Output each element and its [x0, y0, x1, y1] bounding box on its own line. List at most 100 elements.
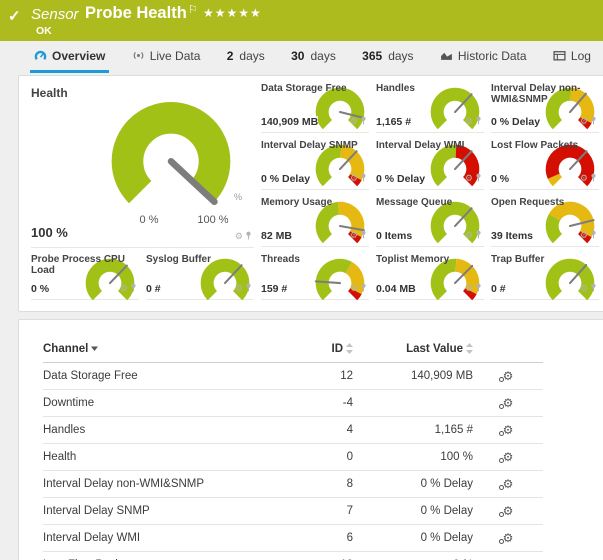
gauge-cell-icons: ⚙: [580, 169, 597, 187]
gauge-value: 0 % Delay: [491, 116, 540, 128]
gauge-interval-delay-non-wmi-snmp[interactable]: Interval Delay non-WMI&SNMP 0 % Delay ⚙: [491, 83, 599, 133]
pin-icon[interactable]: [475, 279, 482, 297]
channel-settings-icon[interactable]: ⚙: [503, 423, 514, 437]
gear-icon[interactable]: ⚙: [235, 232, 243, 241]
gauge-open-requests[interactable]: Open Requests39 Items⚙: [491, 197, 599, 247]
tab-historic-data[interactable]: Historic Data: [436, 41, 531, 73]
tab-30-days[interactable]: 30days: [287, 41, 340, 73]
gauge-label: Memory Usage: [261, 197, 369, 208]
gauge-cell-icons: ⚙: [350, 169, 367, 187]
tab-label: Historic Data: [458, 49, 527, 63]
channel-row-downtime[interactable]: Downtime-4 ⚙: [43, 390, 543, 417]
gauge-toplist-memory[interactable]: Toplist Memory0.04 MB⚙: [376, 254, 484, 300]
channel-name[interactable]: Interval Delay WMI: [43, 525, 283, 552]
tab-overview[interactable]: Overview: [30, 41, 109, 73]
channel-name[interactable]: Lost Flow Packets: [43, 552, 283, 560]
pin-icon[interactable]: [475, 226, 482, 244]
gear-icon[interactable]: ⚙: [235, 284, 243, 293]
gauge-label: Trap Buffer: [491, 254, 599, 265]
priority-stars[interactable]: ★★★★★: [203, 6, 262, 20]
channel-row-interval-delay-non-wmi-snmp[interactable]: Interval Delay non-WMI&SNMP80 % Delay⚙: [43, 471, 543, 498]
gauge-cell-icons: ⚙: [580, 279, 597, 297]
pin-icon[interactable]: [360, 279, 367, 297]
gauge-label: Data Storage Free: [261, 83, 369, 94]
gear-icon[interactable]: ⚙: [350, 284, 358, 293]
tab-label: days: [388, 49, 413, 63]
channel-settings-icon[interactable]: ⚙: [503, 369, 514, 383]
gear-icon[interactable]: ⚙: [350, 117, 358, 126]
gauge-scale-max: 100 %: [189, 214, 237, 226]
channel-settings-icon[interactable]: ⚙: [503, 396, 514, 410]
channel-name[interactable]: Health: [43, 444, 283, 471]
tab-live-data[interactable]: Live Data: [128, 41, 205, 73]
gauge-label: Interval Delay non-WMI&SNMP: [491, 83, 599, 105]
channel-name[interactable]: Downtime: [43, 390, 283, 417]
gauge-handles[interactable]: Handles1,165 #⚙: [376, 83, 484, 133]
pin-icon[interactable]: [245, 227, 252, 245]
gauge-interval-delay-wmi[interactable]: Interval Delay WMI0 % Delay⚙: [376, 140, 484, 190]
gauge-probe-process-cpu-load[interactable]: Probe Process CPU Load0 %⚙: [31, 254, 139, 300]
channel-row-interval-delay-snmp[interactable]: Interval Delay SNMP70 % Delay⚙: [43, 498, 543, 525]
gauge-lost-flow-packets[interactable]: Lost Flow Packets0 %⚙: [491, 140, 599, 190]
channel-id: 6: [283, 525, 353, 552]
tab-365-days[interactable]: 365days: [358, 41, 417, 73]
gauge-syslog-buffer[interactable]: Syslog Buffer0 #⚙: [146, 254, 254, 300]
pin-icon[interactable]: [475, 169, 482, 187]
channel-name[interactable]: Handles: [43, 417, 283, 444]
gear-icon[interactable]: ⚙: [580, 231, 588, 240]
gauge-cell-icons: ⚙: [350, 226, 367, 244]
priority-flag-icon[interactable]: ⚐: [188, 3, 198, 16]
pin-icon[interactable]: [130, 279, 137, 297]
channel-settings-icon[interactable]: ⚙: [503, 504, 514, 518]
gauge-message-queue[interactable]: Message Queue0 Items⚙: [376, 197, 484, 247]
gauge-data-storage-free[interactable]: Data Storage Free140,909 MB⚙: [261, 83, 369, 133]
gauge-trap-buffer[interactable]: Trap Buffer0 #⚙: [491, 254, 599, 300]
gear-icon[interactable]: ⚙: [580, 284, 588, 293]
channel-row-interval-delay-wmi[interactable]: Interval Delay WMI60 % Delay⚙: [43, 525, 543, 552]
column-label: Channel: [43, 343, 88, 355]
pin-icon[interactable]: [475, 112, 482, 130]
channel-name[interactable]: Interval Delay non-WMI&SNMP: [43, 471, 283, 498]
gauge-memory-usage[interactable]: Memory Usage82 MB⚙: [261, 197, 369, 247]
pin-icon[interactable]: [360, 169, 367, 187]
pin-icon[interactable]: [360, 112, 367, 130]
channel-row-handles[interactable]: Handles41,165 #⚙: [43, 417, 543, 444]
channel-id: 0: [283, 444, 353, 471]
pin-icon[interactable]: [590, 279, 597, 297]
gauge-health[interactable]: Health 0 % 100 % % 100 % ⚙: [31, 84, 254, 248]
health-gauge-dial: [105, 98, 237, 222]
channel-row-data-storage-free[interactable]: Data Storage Free12140,909 MB⚙: [43, 363, 543, 390]
gauge-interval-delay-snmp[interactable]: Interval Delay SNMP0 % Delay⚙: [261, 140, 369, 190]
column-header-channel[interactable]: Channel: [43, 338, 283, 363]
channel-name[interactable]: Data Storage Free: [43, 363, 283, 390]
column-header-last-value[interactable]: Last Value: [353, 338, 473, 363]
gear-icon[interactable]: ⚙: [465, 231, 473, 240]
channel-row-health[interactable]: Health0100 %⚙: [43, 444, 543, 471]
pin-icon[interactable]: [590, 112, 597, 130]
gear-icon[interactable]: ⚙: [350, 231, 358, 240]
gear-icon[interactable]: ⚙: [350, 174, 358, 183]
pin-icon[interactable]: [590, 169, 597, 187]
pin-icon[interactable]: [245, 279, 252, 297]
channel-settings-icon[interactable]: ⚙: [503, 450, 514, 464]
channel-row-lost-flow-packets[interactable]: Lost Flow Packets100 %⚙: [43, 552, 543, 560]
gear-icon[interactable]: ⚙: [580, 174, 588, 183]
channel-settings-icon[interactable]: ⚙: [503, 477, 514, 491]
gauge-value: 100 %: [31, 225, 68, 240]
tab-log[interactable]: Log: [549, 41, 595, 73]
gear-icon[interactable]: ⚙: [120, 284, 128, 293]
column-header-id[interactable]: ID: [283, 338, 353, 363]
gear-icon[interactable]: ⚙: [465, 284, 473, 293]
channel-settings-icon[interactable]: ⚙: [503, 531, 514, 545]
tab-2-days[interactable]: 2days: [223, 41, 269, 73]
gear-icon[interactable]: ⚙: [580, 117, 588, 126]
gauge-label: Threads: [261, 254, 369, 265]
channel-name[interactable]: Interval Delay SNMP: [43, 498, 283, 525]
pin-icon[interactable]: [590, 226, 597, 244]
gear-icon[interactable]: ⚙: [465, 174, 473, 183]
gauge-value: 39 Items: [491, 230, 533, 242]
channel-id: -4: [283, 390, 353, 417]
pin-icon[interactable]: [360, 226, 367, 244]
gear-icon[interactable]: ⚙: [465, 117, 473, 126]
gauge-threads[interactable]: Threads159 #⚙: [261, 254, 369, 300]
